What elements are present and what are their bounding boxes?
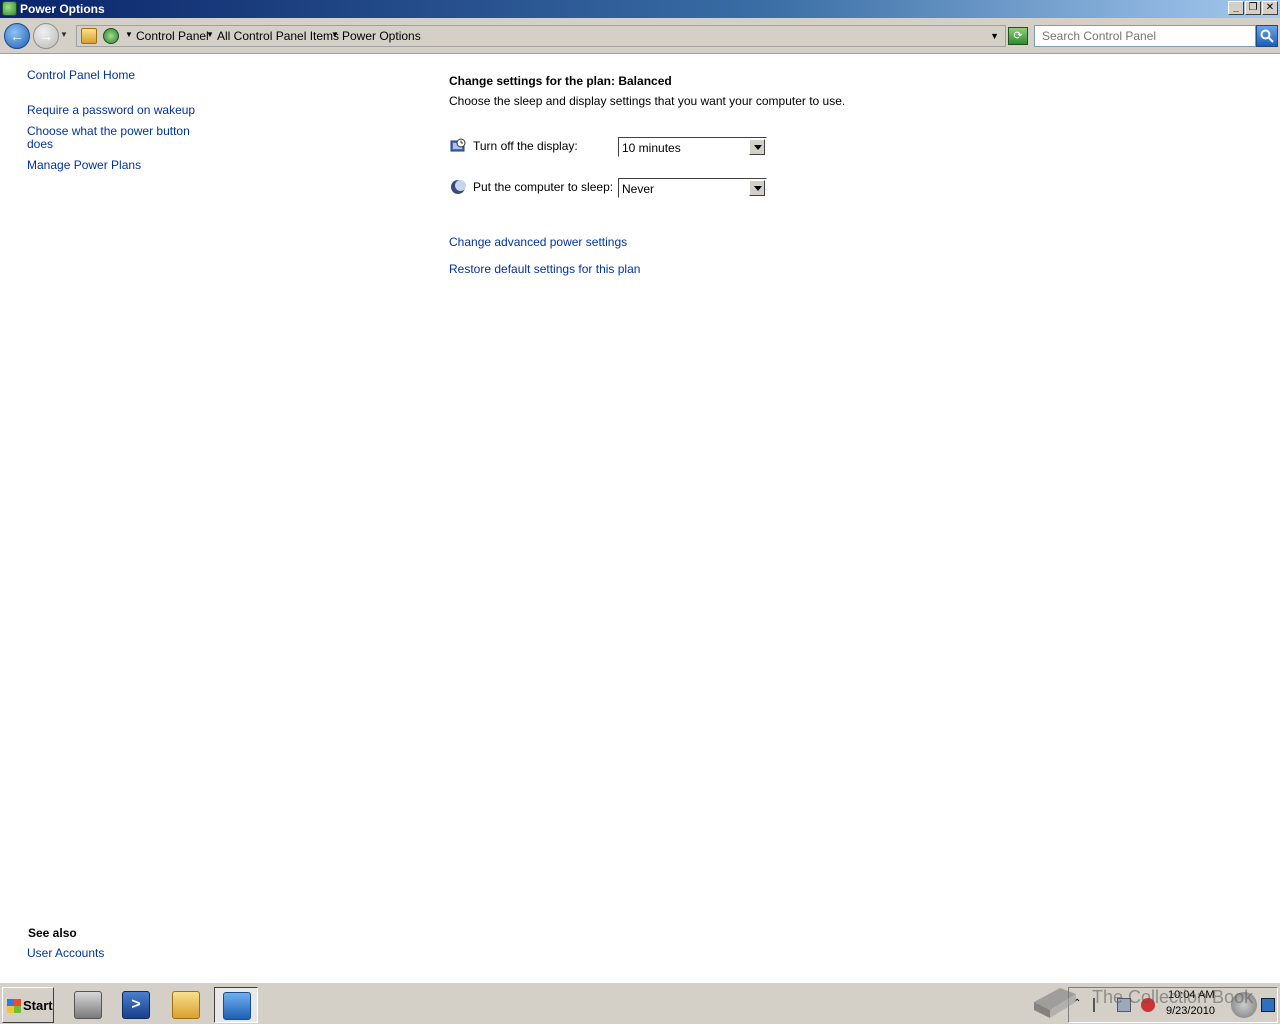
page-description: Choose the sleep and display settings th… bbox=[449, 94, 846, 108]
show-desktop-icon[interactable] bbox=[1261, 998, 1275, 1012]
require-password-link[interactable]: Require a password on wakeup bbox=[27, 104, 195, 117]
explorer-icon bbox=[172, 991, 200, 1019]
show-hidden-icons-icon[interactable]: ⌃ bbox=[1073, 998, 1087, 1012]
volume-muted-icon[interactable] bbox=[1141, 998, 1155, 1012]
restore-defaults-link[interactable]: Restore default settings for this plan bbox=[449, 262, 640, 276]
title-bar: Power Options _ ❐ ✕ bbox=[0, 0, 1280, 18]
taskbar-control-panel[interactable] bbox=[214, 987, 258, 1023]
moon-icon bbox=[451, 180, 466, 194]
server-manager-icon bbox=[74, 991, 102, 1019]
recent-pages-dropdown[interactable]: ▼ bbox=[60, 30, 68, 39]
user-accounts-link[interactable]: User Accounts bbox=[27, 947, 104, 960]
page-title: Change settings for the plan: Balanced bbox=[449, 74, 672, 88]
address-box[interactable]: ▼ Control Panel ▼ All Control Panel Item… bbox=[76, 25, 1006, 47]
advanced-power-settings-link[interactable]: Change advanced power settings bbox=[449, 235, 627, 249]
breadcrumb-all-items[interactable]: All Control Panel Items bbox=[217, 29, 339, 43]
monitor-clock-icon bbox=[450, 138, 466, 152]
power-button-link[interactable]: Choose what the power button does bbox=[27, 125, 192, 151]
chevron-down-icon[interactable] bbox=[749, 139, 765, 155]
breadcrumb-separator[interactable]: ▼ bbox=[125, 30, 133, 39]
breadcrumb-separator[interactable]: ▼ bbox=[206, 30, 214, 39]
breadcrumb-power-options[interactable]: Power Options bbox=[342, 29, 421, 43]
back-button[interactable]: ← bbox=[4, 23, 30, 49]
minimize-button[interactable]: _ bbox=[1228, 1, 1244, 15]
start-label: Start bbox=[23, 998, 53, 1013]
control-panel-icon bbox=[223, 992, 251, 1020]
user-avatar-icon[interactable] bbox=[1231, 992, 1257, 1018]
refresh-button[interactable]: ⟳ bbox=[1008, 27, 1028, 45]
action-center-flag-icon[interactable] bbox=[1093, 998, 1107, 1012]
chevron-down-icon[interactable] bbox=[749, 180, 765, 196]
taskbar-explorer[interactable] bbox=[164, 987, 208, 1023]
sleep-timeout-select[interactable]: Never bbox=[618, 178, 767, 198]
search-input[interactable] bbox=[1034, 25, 1256, 47]
window-title: Power Options bbox=[20, 2, 105, 16]
display-timeout-value: 10 minutes bbox=[622, 141, 681, 155]
start-button[interactable]: Start bbox=[2, 987, 54, 1023]
restore-button[interactable]: ❐ bbox=[1245, 1, 1261, 15]
sleep-timeout-value: Never bbox=[622, 182, 655, 196]
close-button[interactable]: ✕ bbox=[1262, 1, 1278, 15]
address-bar: ← → ▼ ▼ Control Panel ▼ All Control Pane… bbox=[0, 18, 1280, 54]
taskbar: Start > ⌃ 10:04 AM 9/23/2010 bbox=[0, 982, 1280, 1024]
taskbar-server-manager[interactable] bbox=[66, 987, 110, 1023]
network-icon[interactable] bbox=[1117, 998, 1131, 1012]
search-icon bbox=[1260, 29, 1274, 43]
see-also-heading: See also bbox=[28, 926, 77, 940]
display-timeout-select[interactable]: 10 minutes bbox=[618, 137, 767, 157]
clock-date[interactable]: 9/23/2010 bbox=[1166, 1005, 1215, 1017]
sleep-timeout-label: Put the computer to sleep: bbox=[473, 180, 614, 194]
search-button[interactable] bbox=[1256, 25, 1278, 47]
windows-logo-icon bbox=[7, 999, 21, 1013]
display-timeout-label: Turn off the display: bbox=[473, 139, 578, 153]
forward-button[interactable]: → bbox=[33, 23, 59, 49]
control-panel-icon bbox=[103, 28, 119, 44]
powershell-icon: > bbox=[122, 991, 150, 1019]
breadcrumb-separator[interactable]: ▼ bbox=[331, 30, 339, 39]
address-history-dropdown[interactable]: ▼ bbox=[990, 31, 999, 41]
control-panel-home-link[interactable]: Control Panel Home bbox=[27, 69, 135, 82]
up-folder-icon[interactable] bbox=[81, 28, 97, 44]
power-options-icon bbox=[2, 1, 17, 16]
manage-power-plans-link[interactable]: Manage Power Plans bbox=[27, 159, 141, 172]
clock-time[interactable]: 10:04 AM bbox=[1168, 989, 1214, 1001]
taskbar-powershell[interactable]: > bbox=[114, 987, 158, 1023]
breadcrumb-control-panel[interactable]: Control Panel bbox=[136, 29, 209, 43]
